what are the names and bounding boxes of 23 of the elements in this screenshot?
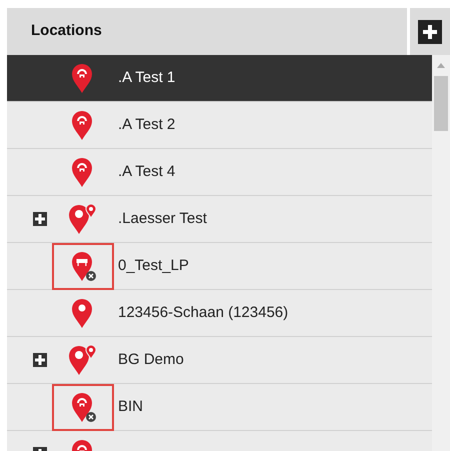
location-name: BG Demo [118,350,184,370]
panel-title: Locations [31,21,102,42]
location-name: .A Test 2 [118,114,176,135]
location-row[interactable]: .A Test 2 [7,102,432,149]
location-name: BIN [118,396,144,417]
location-name: 123456-Schaan (123456) [118,302,288,323]
scrollbar[interactable] [432,55,450,451]
add-button[interactable] [418,20,442,44]
location-row[interactable]: BG Demo [7,337,432,384]
location-row[interactable]: 123456-Schaan (123456) [7,290,432,337]
location-row[interactable]: 0_Test_LP [7,243,432,290]
location-name: .A Test 4 [118,162,176,182]
location-row[interactable]: .Laesser Test [7,196,432,243]
location-row[interactable]: BIN [7,384,432,431]
expand-icon[interactable] [33,212,47,226]
location-name: .A Test 1 [118,68,176,88]
location-name: .Laesser Test [118,208,207,229]
location-row[interactable]: .A Test 1 [7,55,432,102]
expand-icon[interactable] [33,353,47,367]
plus-icon [422,24,438,40]
location-name: 0_Test_LP [118,256,189,276]
location-row[interactable]: .A Test 4 [7,149,432,196]
scrollbar-thumb[interactable] [434,76,448,131]
